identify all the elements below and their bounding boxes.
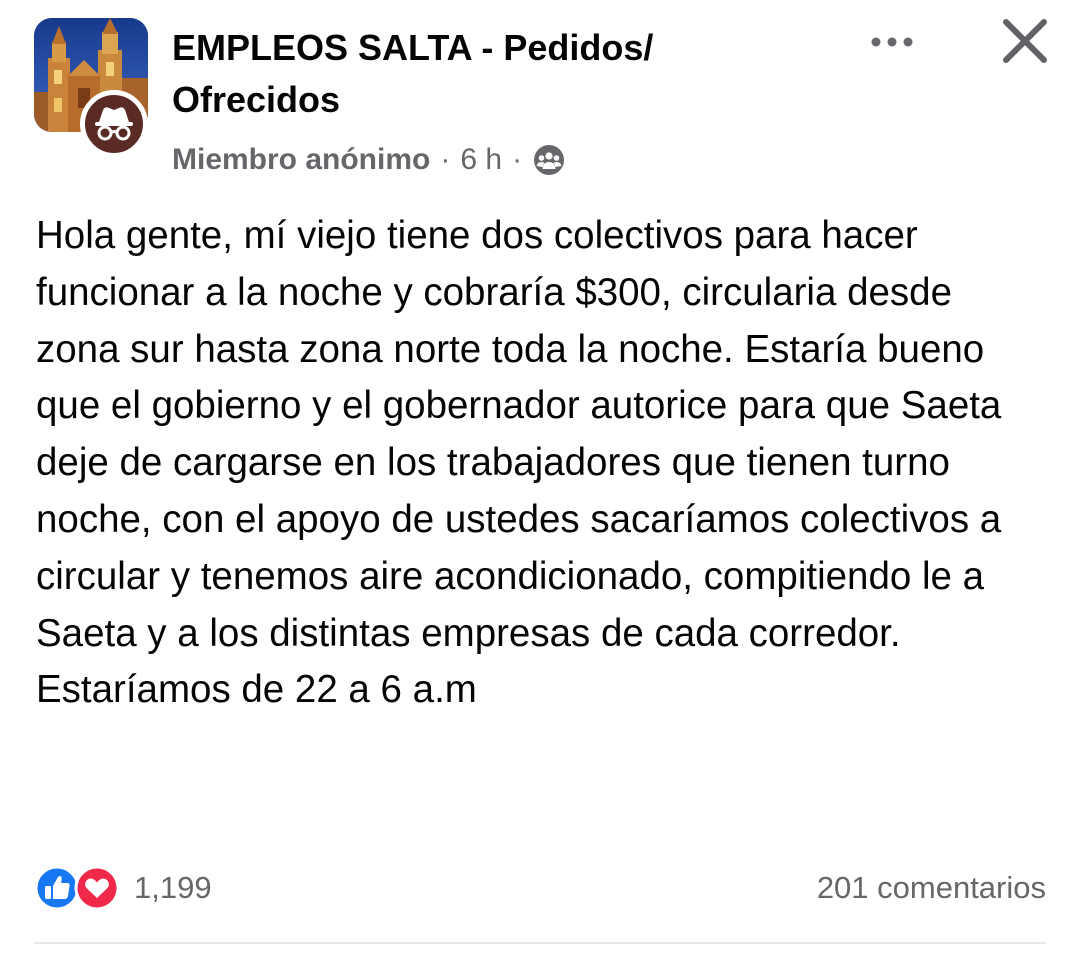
separator: · [440,143,451,176]
love-icon [74,865,120,911]
comments-count[interactable]: 201 comentarios [817,864,1046,912]
close-icon [1003,19,1047,63]
group-name[interactable]: EMPLEOS SALTA - Pedidos/ Ofrecidos [172,22,792,126]
more-options-button[interactable] [862,24,922,60]
divider [34,942,1046,944]
reaction-count: 1,199 [134,870,212,905]
group-avatar[interactable] [34,18,152,158]
author-name[interactable]: Miembro anónimo [172,143,430,177]
post-time[interactable]: 6 h [460,143,502,177]
more-options-icon [871,37,913,47]
post-text: Hola gente, mí viejo tiene dos colectivo… [36,214,1013,712]
group-members-icon [532,143,566,177]
reactions-summary[interactable]: 1,199 [34,864,212,912]
incognito-icon [95,107,133,141]
post-card: EMPLEOS SALTA - Pedidos/ Ofrecidos Miemb… [0,0,1080,960]
anonymous-member-badge [80,90,148,158]
separator: · [512,143,523,176]
post-meta: Miembro anónimo · 6 h · [172,140,566,180]
close-button[interactable] [996,12,1054,70]
